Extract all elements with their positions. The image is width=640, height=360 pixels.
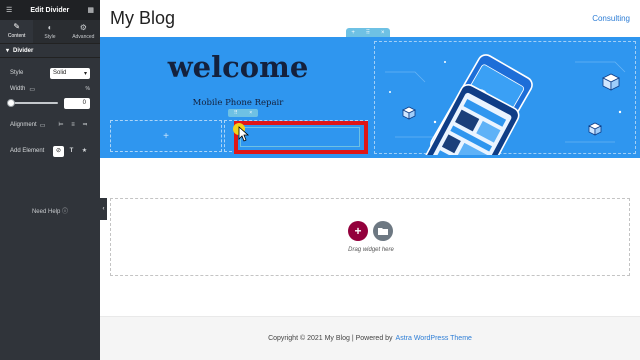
drag-handle-icon[interactable]: ⠿ <box>234 110 238 116</box>
desktop-icon[interactable]: ▭ <box>29 86 35 93</box>
alignment-group: ⊨ ≡ ⫤ <box>56 121 90 130</box>
align-center-icon[interactable]: ≡ <box>68 121 78 130</box>
page-preview: My Blog Consulting + ⠿ × welcome Mobile … <box>100 0 640 360</box>
empty-section-dropzone[interactable]: + Drag widget here <box>110 198 630 276</box>
site-footer: Copyright © 2021 My Blog | Powered by As… <box>100 316 640 360</box>
width-input-value: 0 <box>82 100 86 106</box>
align-right-icon[interactable]: ⫤ <box>80 121 90 130</box>
footer-theme-link[interactable]: Astra WordPress Theme <box>396 335 472 342</box>
caret-down-icon: ▾ <box>6 48 10 54</box>
tab-style-label: Style <box>44 33 56 40</box>
column-handle[interactable]: ⠿ × <box>228 109 258 117</box>
half-circle-icon: ◐ <box>47 22 53 32</box>
width-slider-handle[interactable] <box>7 99 15 107</box>
desktop-icon[interactable]: ▭ <box>40 122 46 129</box>
close-icon[interactable]: × <box>381 30 385 36</box>
tab-advanced-label: Advanced <box>72 33 95 40</box>
text-icon[interactable]: T <box>66 146 77 157</box>
phone-repair-illustration <box>385 54 626 202</box>
nav-item-consulting[interactable]: Consulting <box>592 14 630 23</box>
tab-advanced[interactable]: ⚙ Advanced <box>67 20 100 43</box>
highlight-box <box>234 121 368 154</box>
plus-icon[interactable]: + <box>351 30 355 36</box>
gear-icon: ⚙ <box>79 22 87 32</box>
inner-column-empty[interactable]: + <box>110 120 222 152</box>
add-template-button[interactable] <box>373 221 393 241</box>
add-element-group: ⊘ T ★ <box>53 145 90 157</box>
style-select[interactable]: Solid ▾ <box>50 67 90 79</box>
drag-widget-hint: Drag widget here <box>348 247 394 253</box>
tab-content[interactable]: ✎ Content <box>0 20 34 43</box>
star-icon[interactable]: ★ <box>79 146 90 157</box>
section-title: Divider <box>13 47 34 54</box>
drag-handle-icon[interactable]: ⠿ <box>366 29 370 36</box>
section-handle[interactable]: + ⠿ × <box>346 28 390 37</box>
add-element-label: Add Element <box>10 148 45 154</box>
panel-title: Edit Divider <box>30 6 70 14</box>
editor-sidebar: ☰ Edit Divider ▦ ✎ Content ◐ Style ⚙ Adv… <box>0 0 100 360</box>
plus-icon: + <box>354 224 362 238</box>
close-icon[interactable]: × <box>249 110 252 116</box>
editor-header: ☰ Edit Divider ▦ <box>0 0 100 20</box>
style-select-value: Solid <box>53 70 67 76</box>
need-help-label: Need Help <box>31 209 61 215</box>
site-title[interactable]: My Blog <box>110 8 175 29</box>
hero-heading[interactable]: welcome <box>106 50 370 84</box>
question-circle-icon: ⓘ <box>62 209 69 215</box>
footer-copyright: Copyright © 2021 My Blog | Powered by <box>268 335 393 342</box>
add-section-button[interactable]: + <box>348 221 368 241</box>
width-unit-toggle[interactable]: % <box>86 86 90 92</box>
need-help-link[interactable]: Need Help ⓘ <box>0 206 100 215</box>
folder-icon <box>378 228 388 235</box>
align-left-icon[interactable]: ⊨ <box>56 121 66 130</box>
none-icon[interactable]: ⊘ <box>53 145 64 157</box>
width-slider[interactable] <box>7 99 58 107</box>
hero-right-column[interactable] <box>374 41 636 202</box>
hero-left-column[interactable]: welcome Mobile Phone Repair + ⠿ × <box>106 41 370 154</box>
chevron-down-icon: ▾ <box>83 70 87 77</box>
mouse-cursor-icon <box>233 123 250 142</box>
tab-content-label: Content <box>7 33 26 39</box>
divider-section-toggle[interactable]: ▾ Divider <box>0 44 100 58</box>
tab-style[interactable]: ◐ Style <box>33 20 66 43</box>
hero-subheading[interactable]: Mobile Phone Repair <box>106 98 370 108</box>
panel-tabs: ✎ Content ◐ Style ⚙ Advanced <box>0 20 100 44</box>
plus-icon[interactable]: + <box>163 131 169 142</box>
width-input[interactable]: 0 <box>64 97 90 109</box>
pencil-icon: ✎ <box>13 22 21 31</box>
grid-apps-icon[interactable]: ▦ <box>87 6 94 14</box>
alignment-label: Alignment <box>10 122 37 128</box>
width-label: Width <box>10 86 26 92</box>
style-label: Style <box>10 70 24 76</box>
hero-section[interactable]: welcome Mobile Phone Repair + ⠿ × <box>100 37 640 202</box>
